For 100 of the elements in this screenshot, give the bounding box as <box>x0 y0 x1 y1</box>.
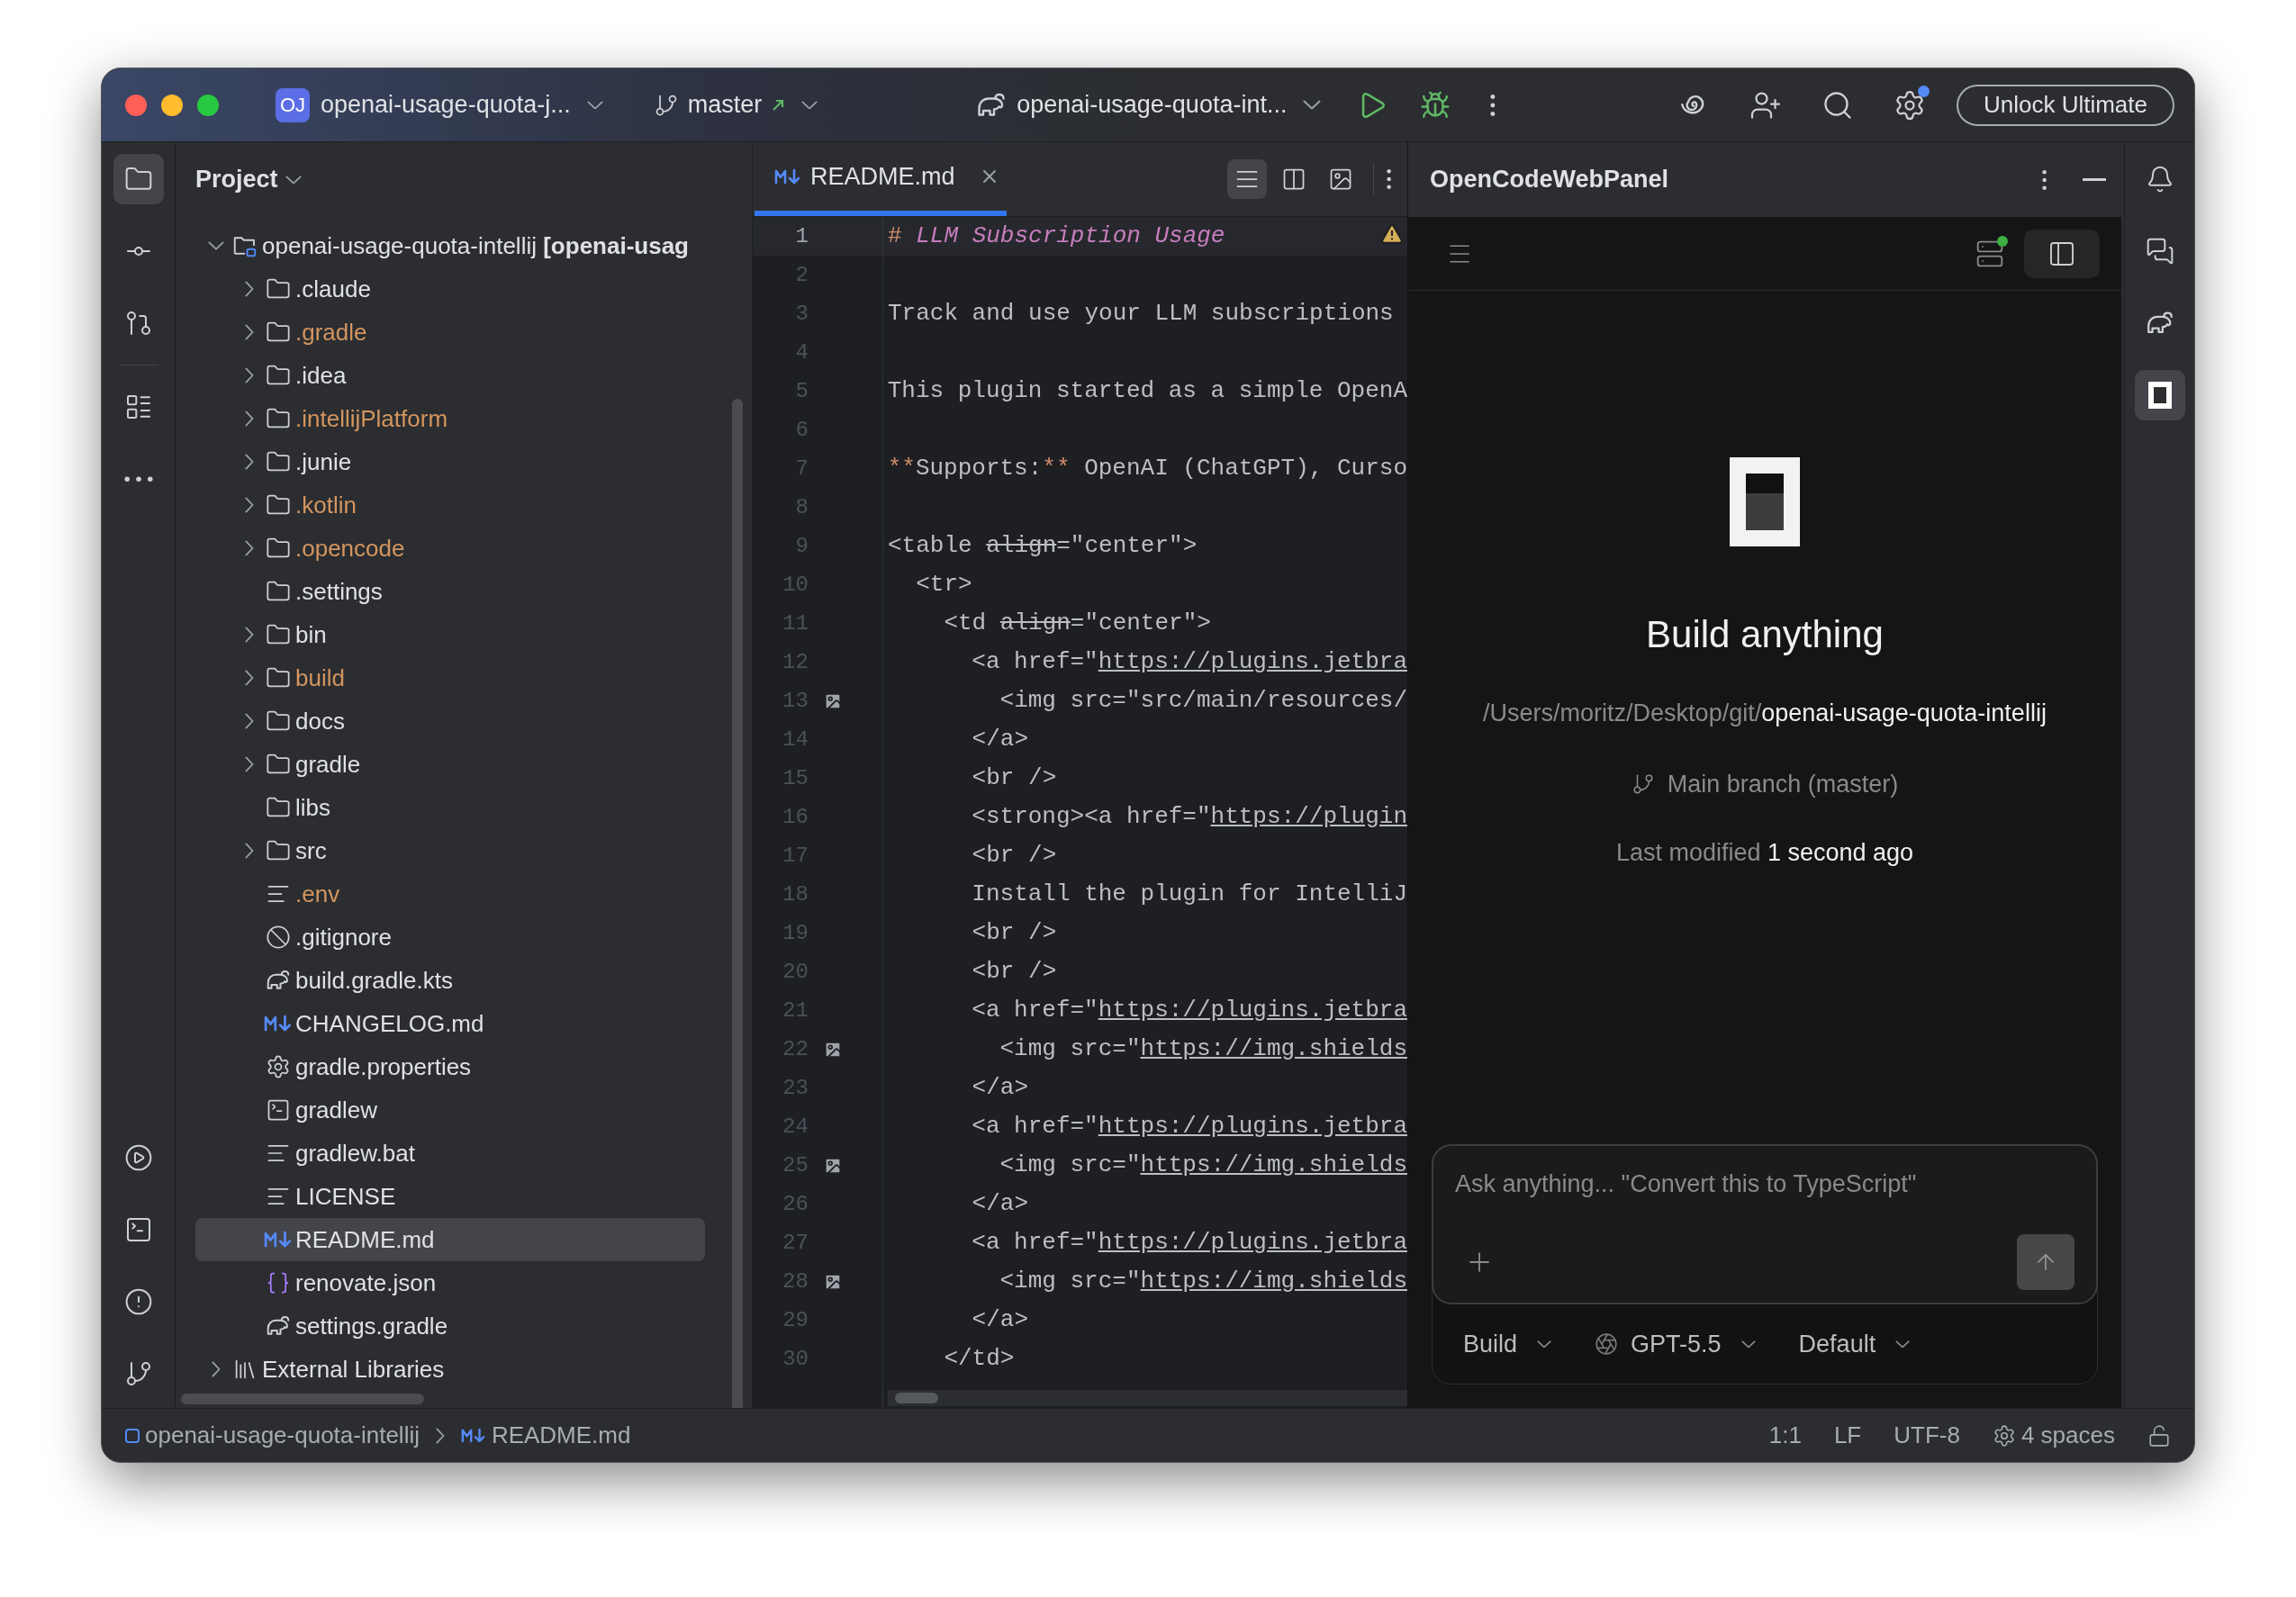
tree-item[interactable]: settings.gradle <box>195 1304 705 1348</box>
code-line: <br /> <box>971 918 1057 948</box>
file-encoding[interactable]: UTF-8 <box>1894 1418 1960 1453</box>
chevron-icon[interactable] <box>212 1361 221 1377</box>
tree-item[interactable]: openai-usage-quota-intellij [openai-usag <box>195 224 705 267</box>
unlock-icon <box>2147 1423 2171 1448</box>
code-line: <table align="center"> <box>887 531 1198 561</box>
markdown-icon <box>460 1428 486 1443</box>
tree-item[interactable]: .env <box>195 872 705 916</box>
chevron-icon <box>1740 1340 1756 1349</box>
code-line: </a> <box>971 725 1029 754</box>
tree-item[interactable]: .idea <box>195 354 705 397</box>
model-icon <box>1595 1332 1619 1356</box>
editor-only-button[interactable] <box>1226 159 1267 199</box>
chevron-icon[interactable] <box>245 324 254 340</box>
minimize-icon <box>2083 178 2106 181</box>
tree-item[interactable]: .junie <box>195 440 705 483</box>
line-ending[interactable]: LF <box>1833 1418 1862 1453</box>
scrollbar[interactable] <box>732 399 743 1408</box>
code-line: **Supports:** OpenAI (ChatGPT), Curso <box>886 454 1407 483</box>
dropdown-button[interactable]: Build <box>1463 1325 1552 1363</box>
tree-item[interactable]: External Libraries <box>195 1348 705 1391</box>
folder-button[interactable] <box>113 154 164 204</box>
branch-selector[interactable]: master <box>653 86 818 123</box>
breadcrumb[interactable]: README.md <box>460 1418 631 1453</box>
project-selector[interactable]: OJ openai-usage-quota-j... <box>276 86 603 123</box>
chat-input[interactable]: Ask anything... "Convert this to TypeScript" <box>1455 1166 2075 1203</box>
line-number: 1 <box>794 222 809 250</box>
more-button[interactable] <box>2041 168 2047 191</box>
chevron-icon[interactable] <box>245 670 254 686</box>
more-button[interactable] <box>1386 168 1391 190</box>
dropdown-button[interactable]: GPT-5.5 <box>1595 1325 1756 1363</box>
chevron-icon[interactable] <box>245 713 254 729</box>
tree-item[interactable]: .claude <box>195 267 705 311</box>
ignore-icon <box>266 925 291 950</box>
indent-setting[interactable]: 4 spaces <box>1992 1418 2115 1453</box>
tree-item[interactable]: CHANGELOG.md <box>195 1002 705 1045</box>
outgoing-arrow-icon <box>771 97 786 113</box>
tree-item[interactable]: renovate.json <box>195 1261 705 1304</box>
chevron-icon[interactable] <box>436 1427 445 1444</box>
project-badge: OJ <box>276 87 310 122</box>
tree-item[interactable]: build <box>195 656 705 699</box>
caret-position[interactable]: 1:1 <box>1768 1418 1802 1453</box>
server-icon <box>1975 239 2004 268</box>
tree-item[interactable]: build.gradle.kts <box>195 959 705 1002</box>
scrollbar[interactable] <box>181 1394 424 1404</box>
code-line: </a> <box>971 1305 1029 1335</box>
debug-button[interactable] <box>1420 89 1451 121</box>
tree-item[interactable]: .kotlin <box>195 483 705 527</box>
zoom-window-button[interactable] <box>197 94 219 116</box>
tree-item[interactable]: .settings <box>195 570 705 613</box>
code-line: </a> <box>971 1189 1029 1219</box>
sidebar-toggle-button[interactable] <box>2024 229 2100 278</box>
chevron-icon[interactable] <box>208 241 224 250</box>
breadcrumb[interactable]: openai-usage-quota-intellij <box>125 1418 420 1453</box>
tree-item[interactable]: .gitignore <box>195 916 705 959</box>
branch-icon <box>1631 771 1655 796</box>
opencode-icon <box>2147 382 2172 409</box>
chevron-icon[interactable] <box>245 843 254 859</box>
terminal-icon <box>266 1097 291 1123</box>
project-view-dropdown[interactable]: Project <box>195 161 302 198</box>
code-line: </a> <box>971 1073 1029 1103</box>
tree-item[interactable]: bin <box>195 613 705 656</box>
tree-item[interactable]: README.md <box>195 1218 705 1261</box>
tree-item[interactable]: .opencode <box>195 527 705 570</box>
read-only-toggle[interactable] <box>2147 1423 2171 1448</box>
tree-item[interactable]: .intellijPlatform <box>195 397 705 440</box>
tool-window-button[interactable] <box>2134 370 2185 420</box>
tree-item[interactable]: gradle.properties <box>195 1045 705 1088</box>
close-window-button[interactable] <box>125 94 147 116</box>
tree-item[interactable]: src <box>195 829 705 872</box>
module-icon <box>125 1428 140 1443</box>
unlock-ultimate-button[interactable]: Unlock Ultimate <box>1956 84 2174 126</box>
dropdown-button[interactable]: Default <box>1798 1325 1911 1363</box>
chevron-icon[interactable] <box>245 411 254 427</box>
run-configuration-selector[interactable]: openai-usage-quota-int... <box>975 86 1322 123</box>
tree-item[interactable]: gradlew <box>195 1088 705 1132</box>
more-button[interactable] <box>1490 93 1496 117</box>
chevron-icon[interactable] <box>245 367 254 383</box>
chevron-icon[interactable] <box>245 281 254 297</box>
warning-icon[interactable] <box>1380 222 1404 246</box>
tree-item[interactable]: .gradle <box>195 311 705 354</box>
more-icon <box>1386 168 1391 190</box>
code-line: <img src="https://img.shields <box>999 1150 1407 1180</box>
chevron-icon[interactable] <box>245 756 254 772</box>
chevron-icon <box>1895 1340 1911 1349</box>
panel-title: OpenCodeWebPanel <box>1430 165 1669 195</box>
code-line: <a href="https://plugins.jetbra <box>971 996 1407 1025</box>
tree-item[interactable]: gradle <box>195 743 705 786</box>
minimize-window-button[interactable] <box>161 94 183 116</box>
chevron-icon[interactable] <box>245 454 254 470</box>
services-icon <box>123 1143 153 1172</box>
chevron-icon[interactable] <box>245 540 254 556</box>
tree-item[interactable]: libs <box>195 786 705 829</box>
tree-item[interactable]: LICENSE <box>195 1175 705 1218</box>
tree-item[interactable]: gradlew.bat <box>195 1132 705 1175</box>
chevron-icon[interactable] <box>245 627 254 643</box>
tree-item[interactable]: docs <box>195 699 705 743</box>
chevron-icon[interactable] <box>245 497 254 513</box>
scrollbar[interactable] <box>888 1390 1407 1406</box>
